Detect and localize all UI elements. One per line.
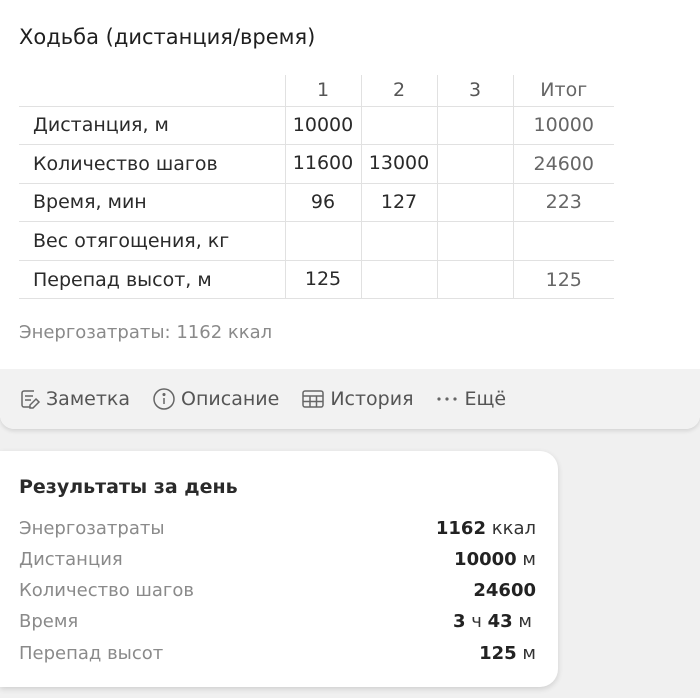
cell-total: 24600 xyxy=(512,144,614,184)
header-set-3[interactable]: 3 xyxy=(436,75,513,107)
row-label: Перепад высот, м xyxy=(19,260,285,300)
cell-value[interactable] xyxy=(436,183,513,223)
table-row: Дистанция, м 10000 10000 xyxy=(19,106,614,146)
workout-title: Ходьба (дистанция/время) xyxy=(19,25,316,49)
info-icon xyxy=(153,388,175,410)
cell-value[interactable] xyxy=(436,260,513,300)
more-icon xyxy=(436,397,457,401)
cell-value[interactable]: 125 xyxy=(284,260,361,300)
cell-value[interactable] xyxy=(360,106,437,146)
header-set-1[interactable]: 1 xyxy=(284,75,361,107)
cell-value[interactable] xyxy=(436,221,513,261)
energy-summary: Энергозатраты: 1162 ккал xyxy=(19,322,273,343)
cell-value[interactable]: 127 xyxy=(360,183,437,223)
history-button[interactable]: История xyxy=(301,388,414,410)
result-value: 1162 ккал xyxy=(435,518,536,539)
result-row-time: Время 3 ч 43 м xyxy=(19,606,536,637)
header-total: Итог xyxy=(512,75,614,107)
description-button[interactable]: Описание xyxy=(152,387,279,411)
table-row: Время, мин 96 127 223 xyxy=(19,183,614,223)
note-button[interactable]: Заметка xyxy=(19,388,130,410)
header-empty xyxy=(19,75,285,107)
result-value: 10000 м xyxy=(454,549,536,570)
cell-value[interactable] xyxy=(436,144,513,184)
more-button[interactable]: Ещё xyxy=(436,388,507,410)
cell-total: 10000 xyxy=(512,106,614,146)
result-value: 125 м xyxy=(479,643,536,664)
row-label: Вес отягощения, кг xyxy=(19,221,285,261)
result-row-steps: Количество шагов 24600 xyxy=(19,575,536,606)
result-label: Время xyxy=(19,611,79,632)
row-label: Время, мин xyxy=(19,183,285,223)
more-label: Ещё xyxy=(464,388,507,410)
description-label: Описание xyxy=(181,388,280,410)
result-row-distance: Дистанция 10000 м xyxy=(19,544,536,575)
cell-value[interactable] xyxy=(360,221,437,261)
cell-total: 223 xyxy=(512,183,614,223)
result-row-energy: Энергозатраты 1162 ккал xyxy=(19,513,536,544)
cell-value[interactable] xyxy=(360,260,437,300)
row-label: Дистанция, м xyxy=(19,106,285,146)
cell-value[interactable]: 96 xyxy=(284,183,361,223)
cell-value[interactable] xyxy=(284,221,361,261)
result-value: 24600 xyxy=(473,580,536,601)
result-row-elevation: Перепад высот 125 м xyxy=(19,638,536,669)
result-label: Дистанция xyxy=(19,549,123,570)
result-label: Энергозатраты xyxy=(19,518,165,539)
cell-value[interactable]: 11600 xyxy=(284,144,361,184)
note-icon xyxy=(21,390,41,409)
table-icon xyxy=(302,390,325,408)
cell-value[interactable]: 10000 xyxy=(284,106,361,146)
cell-total: 125 xyxy=(512,260,614,300)
note-label: Заметка xyxy=(46,388,131,410)
workout-card: Ходьба (дистанция/время) 1 2 3 Итог Дист… xyxy=(0,0,700,429)
action-toolbar: Заметка Описание История Ещё xyxy=(0,369,700,429)
results-title: Результаты за день xyxy=(19,476,238,498)
table-header-row: 1 2 3 Итог xyxy=(19,75,614,107)
daily-results-card: Результаты за день Энергозатраты 1162 кк… xyxy=(0,451,558,687)
cell-total xyxy=(512,221,614,261)
row-label: Количество шагов xyxy=(19,144,285,184)
table-row: Перепад высот, м 125 125 xyxy=(19,260,614,300)
cell-value[interactable] xyxy=(436,106,513,146)
result-value: 3 ч 43 м xyxy=(452,611,532,632)
header-set-2[interactable]: 2 xyxy=(360,75,437,107)
table-row: Количество шагов 11600 13000 24600 xyxy=(19,144,614,184)
history-label: История xyxy=(330,388,414,410)
result-label: Количество шагов xyxy=(19,580,195,601)
table-row: Вес отягощения, кг xyxy=(19,221,614,261)
workout-table: 1 2 3 Итог Дистанция, м 10000 10000 Коли… xyxy=(19,75,614,300)
cell-value[interactable]: 13000 xyxy=(360,144,437,184)
result-label: Перепад высот xyxy=(19,643,164,664)
